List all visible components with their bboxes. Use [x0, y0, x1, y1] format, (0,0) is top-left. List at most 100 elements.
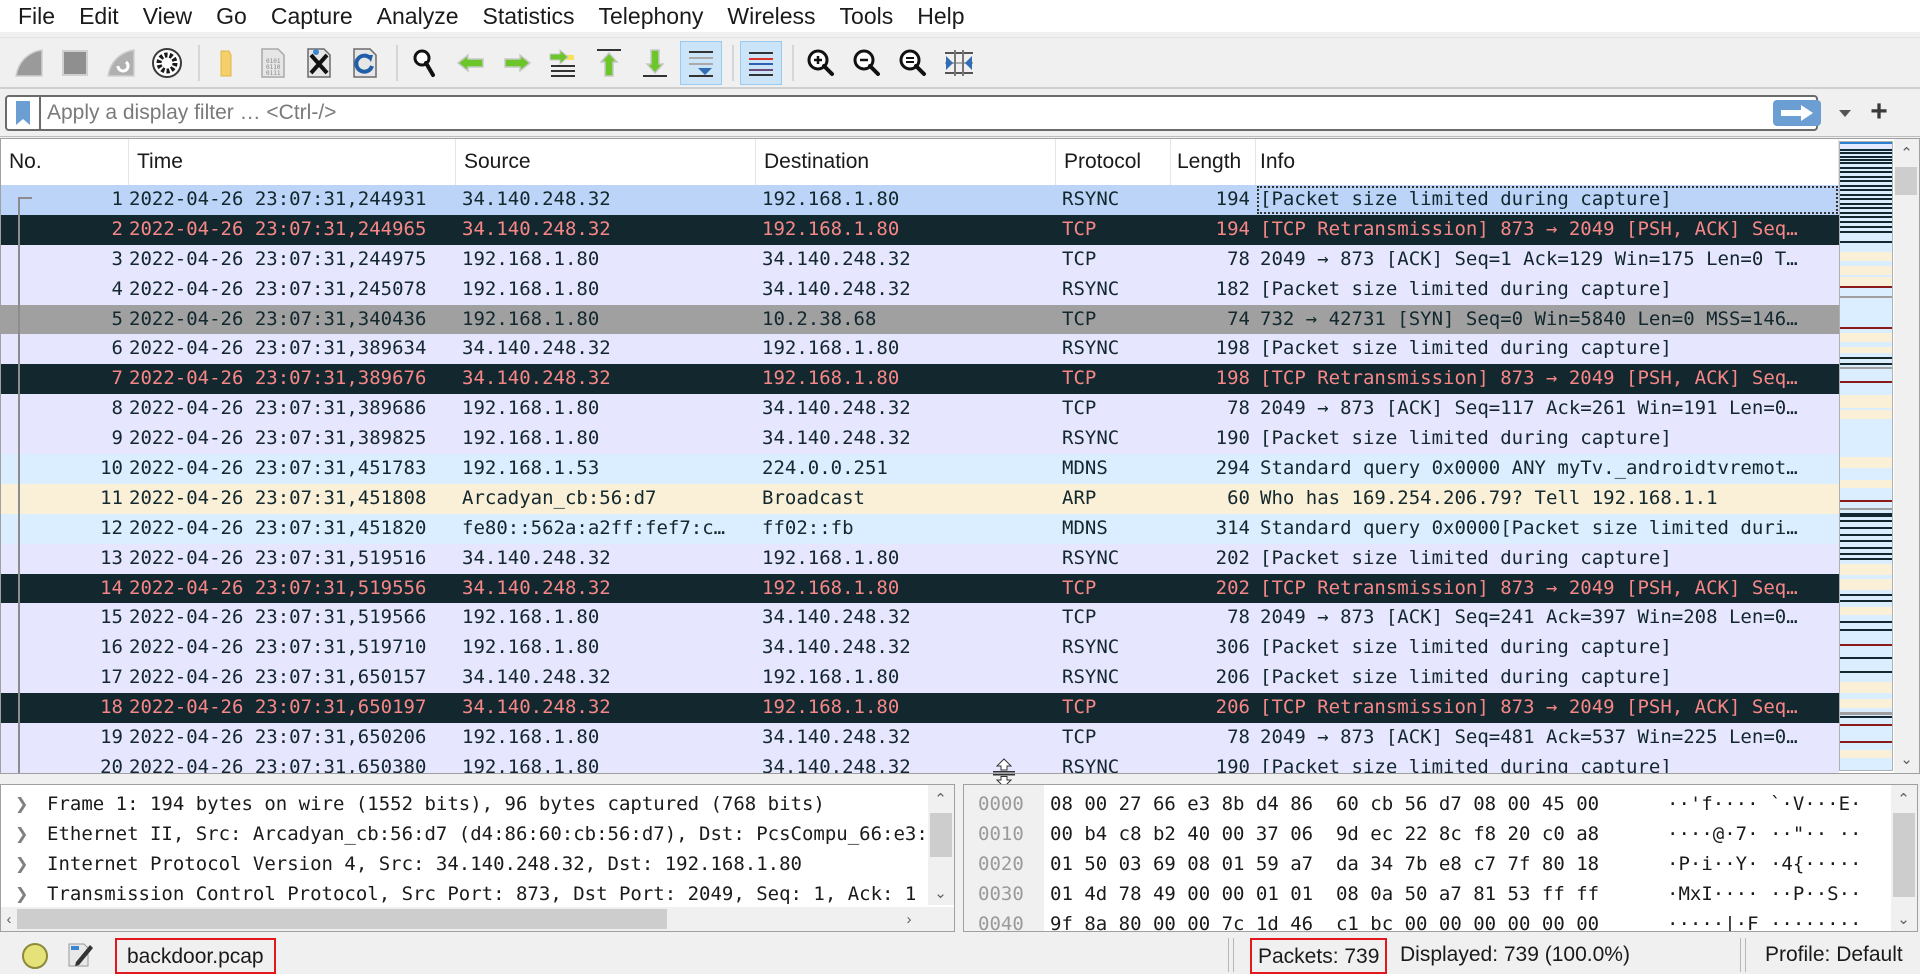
chevron-right-icon[interactable]: ❯ [15, 789, 28, 819]
zoom-in-button[interactable] [800, 41, 842, 85]
menu-help[interactable]: Help [905, 0, 976, 32]
column-header-protocol[interactable]: Protocol [1056, 139, 1171, 185]
packet-row[interactable]: 8 2022-04-26 23:07:31,389686 192.168.1.80 3… [1, 394, 1839, 425]
menu-tools[interactable]: Tools [828, 0, 906, 32]
packet-row[interactable]: 9 2022-04-26 23:07:31,389825 192.168.1.80 3… [1, 424, 1839, 455]
column-header-time[interactable]: Time [129, 139, 456, 185]
packet-row[interactable]: 13 2022-04-26 23:07:31,519516 34.140.248.3… [1, 543, 1839, 574]
scrollbar-thumb[interactable] [1893, 813, 1915, 897]
column-header-destination[interactable]: Destination [756, 139, 1056, 185]
bytes-hex[interactable]: 08 00 27 66 e3 8b d4 86 60 cb 56 d7 08 0… [1050, 789, 1599, 819]
colorize-button[interactable] [740, 40, 782, 85]
resize-columns-button[interactable] [938, 41, 980, 85]
detail-row-ipv4[interactable]: ❯ Internet Protocol Version 4, Src: 34.14… [1, 849, 926, 879]
chevron-right-icon[interactable]: ❯ [15, 819, 28, 849]
chevron-right-icon[interactable]: ❯ [15, 849, 28, 879]
reload-file-button[interactable] [344, 41, 386, 85]
column-header-source[interactable]: Source [456, 139, 756, 185]
first-packet-button[interactable] [588, 41, 630, 85]
menu-telephony[interactable]: Telephony [587, 0, 716, 32]
packet-row[interactable]: 18 2022-04-26 23:07:31,650197 34.140.248.3… [1, 693, 1839, 724]
bytes-offset[interactable]: 0010 [978, 819, 1024, 849]
packet-row[interactable]: 17 2022-04-26 23:07:31,650157 34.140.248.3… [1, 663, 1839, 694]
start-capture-button[interactable] [8, 41, 50, 85]
packet-row[interactable]: 7 2022-04-26 23:07:31,389676 34.140.248.32… [1, 364, 1839, 395]
detail-row-tcp[interactable]: ❯ Transmission Control Protocol, Src Port… [1, 879, 926, 909]
packet-row[interactable]: 2 2022-04-26 23:07:31,244965 34.140.248.32… [1, 214, 1839, 245]
detail-row-frame[interactable]: ❯ Frame 1: 194 bytes on wire (1552 bits),… [1, 789, 926, 819]
bytes-ascii[interactable]: ····@·7· ··"·· ·· [1667, 819, 1861, 849]
menu-edit[interactable]: Edit [67, 0, 131, 32]
profile-selector[interactable]: Profile: Default [1765, 938, 1903, 972]
filter-history-dropdown[interactable] [1833, 101, 1857, 125]
expert-info-led-icon[interactable] [22, 943, 48, 969]
zoom-out-button[interactable] [846, 41, 888, 85]
bytes-hex[interactable]: 9f 8a 80 00 00 7c 1d 46 c1 bc 00 00 00 0… [1050, 909, 1599, 931]
menu-statistics[interactable]: Statistics [470, 0, 586, 32]
scrollbar-thumb[interactable] [17, 909, 667, 929]
bytes-offset[interactable]: 0020 [978, 849, 1024, 879]
bytes-offset[interactable]: 0030 [978, 879, 1024, 909]
menu-go[interactable]: Go [204, 0, 259, 32]
open-file-button[interactable] [206, 41, 248, 85]
bytes-offset[interactable]: 0040 [978, 909, 1024, 931]
packet-row[interactable]: 11 2022-04-26 23:07:31,451808 Arcadyan_cb:… [1, 483, 1839, 514]
scroll-up-arrow-icon[interactable]: ⌃ [928, 787, 953, 811]
go-back-button[interactable] [450, 41, 492, 85]
menu-analyze[interactable]: Analyze [365, 0, 471, 32]
autoscroll-button[interactable] [680, 40, 722, 85]
bytes-hex[interactable]: 01 4d 78 49 00 00 01 01 08 0a 50 a7 81 5… [1050, 879, 1599, 909]
details-horizontal-scrollbar[interactable]: ‹ › [1, 907, 954, 931]
bytes-ascii[interactable]: ··'f···· `·V···E· [1667, 789, 1861, 819]
go-forward-button[interactable] [496, 41, 538, 85]
column-header-no[interactable]: No. [1, 139, 129, 185]
column-header-info[interactable]: Info [1256, 139, 1839, 185]
packet-row[interactable]: 14 2022-04-26 23:07:31,519556 34.140.248.3… [1, 573, 1839, 604]
add-filter-button-plus-icon[interactable]: + [1862, 95, 1896, 129]
bytes-vertical-scrollbar[interactable]: ⌃ ⌄ [1891, 785, 1917, 931]
zoom-normal-button[interactable] [892, 41, 934, 85]
capture-options-button[interactable] [146, 41, 188, 85]
packet-row[interactable]: 4 2022-04-26 23:07:31,245078 192.168.1.80 3… [1, 274, 1839, 305]
menu-view[interactable]: View [131, 0, 204, 32]
menu-wireless[interactable]: Wireless [715, 0, 827, 32]
packet-row[interactable]: 3 2022-04-26 23:07:31,244975 192.168.1.80 3… [1, 244, 1839, 275]
go-to-packet-button[interactable] [542, 41, 584, 85]
bytes-hex[interactable]: 01 50 03 69 08 01 59 a7 da 34 7b e8 c7 7… [1050, 849, 1599, 879]
bytes-hex[interactable]: 00 b4 c8 b2 40 00 37 06 9d ec 22 8c f8 2… [1050, 819, 1599, 849]
menu-file[interactable]: File [6, 0, 67, 32]
scroll-left-arrow-icon[interactable]: ‹ [1, 907, 17, 931]
restart-capture-button[interactable] [100, 41, 142, 85]
capture-file-name[interactable]: backdoor.pcap [115, 938, 276, 974]
column-header-length[interactable]: Length [1171, 139, 1256, 185]
bytes-offset[interactable]: 0000 [978, 789, 1024, 819]
packet-row[interactable]: 6 2022-04-26 23:07:31,389634 34.140.248.32… [1, 334, 1839, 365]
scroll-up-arrow-icon[interactable]: ⌃ [1891, 787, 1916, 811]
scroll-up-arrow-icon[interactable]: ⌃ [1894, 141, 1919, 165]
capture-comment-edit-icon[interactable] [66, 940, 94, 968]
scrollbar-thumb[interactable] [1895, 167, 1917, 195]
scroll-right-arrow-icon[interactable]: › [901, 907, 917, 931]
close-file-button[interactable] [298, 41, 340, 85]
packet-row[interactable]: 16 2022-04-26 23:07:31,519710 192.168.1.80… [1, 633, 1839, 664]
chevron-right-icon[interactable]: ❯ [15, 879, 28, 909]
stop-capture-button[interactable] [54, 41, 96, 85]
bytes-ascii[interactable]: ·P·i··Y· ·4{····· [1667, 849, 1861, 879]
menu-capture[interactable]: Capture [259, 0, 365, 32]
bytes-ascii[interactable]: ·····|·F ········ [1667, 909, 1861, 931]
packet-list-scrollbar[interactable]: ⌃ ⌄ [1894, 139, 1919, 773]
bytes-ascii[interactable]: ·MxI···· ··P··S·· [1667, 879, 1861, 909]
packet-minimap[interactable] [1839, 141, 1893, 771]
filter-bookmark-button[interactable] [7, 97, 41, 129]
packet-row[interactable]: 15 2022-04-26 23:07:31,519566 192.168.1.80… [1, 603, 1839, 634]
apply-filter-button[interactable] [1773, 100, 1821, 126]
packet-row[interactable]: 19 2022-04-26 23:07:31,650206 192.168.1.80… [1, 723, 1839, 753]
scroll-down-arrow-icon[interactable]: ⌄ [1891, 907, 1916, 931]
detail-row-ethernet[interactable]: ❯ Ethernet II, Src: Arcadyan_cb:56:d7 (d4… [1, 819, 926, 849]
packet-row[interactable]: 5 2022-04-26 23:07:31,340436 192.168.1.80 1… [1, 304, 1839, 335]
save-file-button[interactable]: 0101 0110 0111 [252, 41, 294, 85]
packet-row[interactable]: 12 2022-04-26 23:07:31,451820 fe80::562a:a… [1, 513, 1839, 544]
packet-row[interactable]: 10 2022-04-26 23:07:31,451783 192.168.1.53… [1, 454, 1839, 484]
packet-row[interactable]: 20 2022-04-26 23:07:31,650380 192.168.1.80… [1, 752, 1839, 773]
packet-row[interactable]: 1 2022-04-26 23:07:31,244931 34.140.248.32… [1, 185, 1839, 215]
